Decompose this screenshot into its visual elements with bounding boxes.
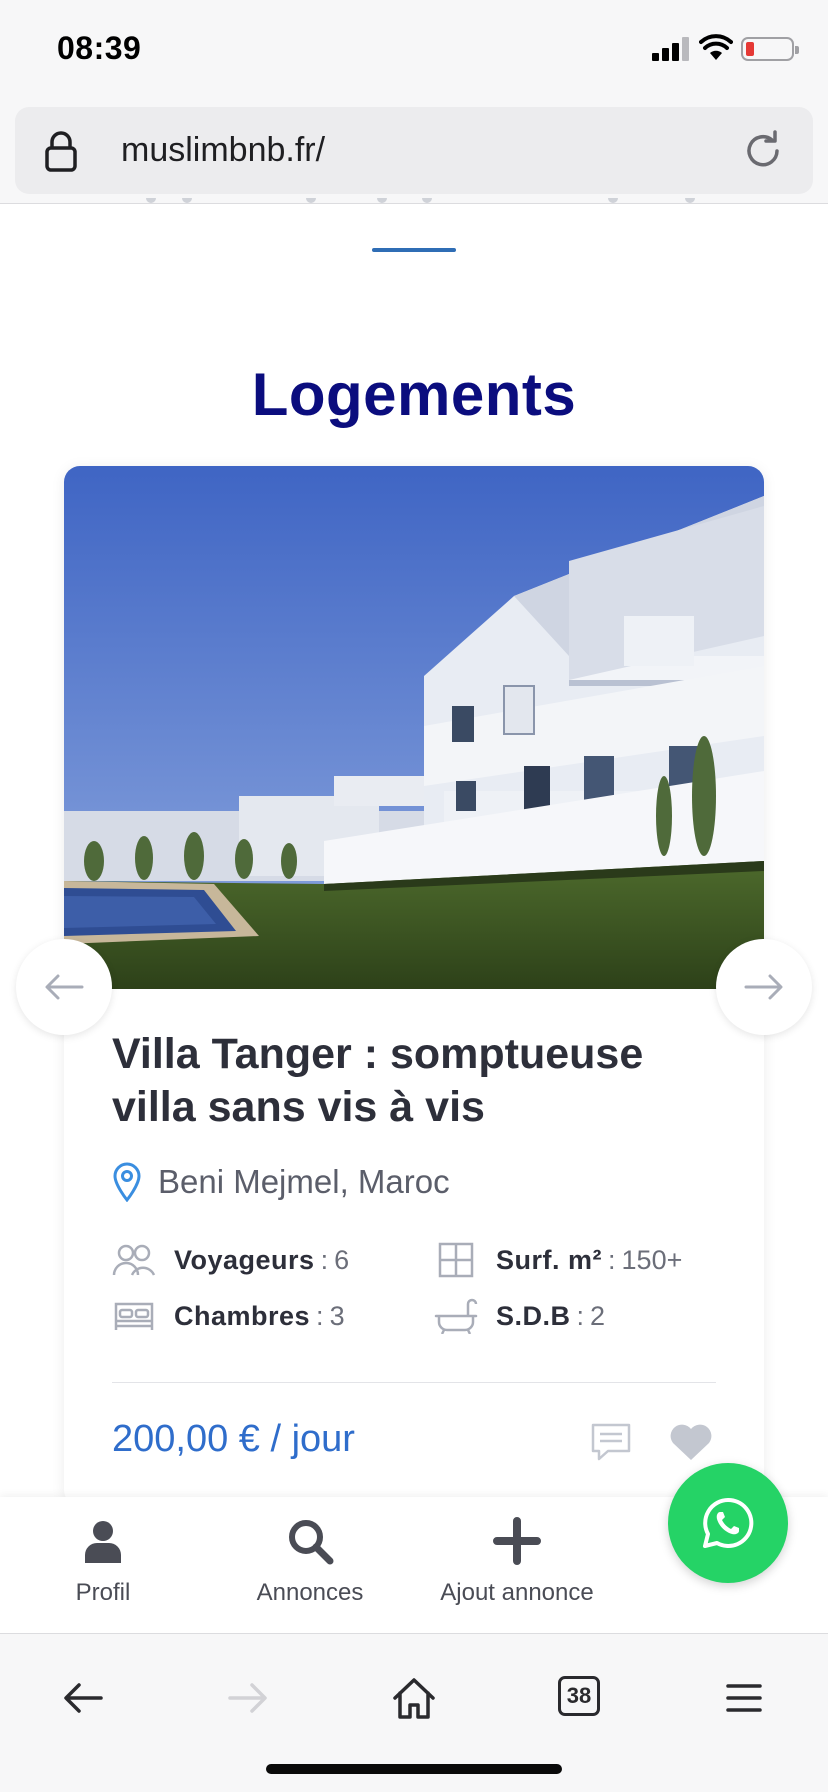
listing-price: 200,00 € / jour	[112, 1418, 355, 1460]
section-title: Logements	[251, 361, 577, 428]
listing-location: Beni Mejmel, Maroc	[112, 1160, 450, 1204]
plus-icon	[493, 1517, 541, 1565]
status-bar: 08:39	[0, 0, 828, 100]
bedrooms-label: Chambres	[174, 1300, 311, 1331]
browser-address-area: muslimbnb.fr/	[0, 100, 828, 204]
nav-profile-label: Profil	[75, 1579, 131, 1606]
card-divider	[112, 1382, 716, 1383]
listing-title[interactable]: Villa Tanger : somptueuse villa sans vis…	[112, 1028, 732, 1134]
search-icon	[289, 1520, 334, 1565]
nav-add-listing-label: Ajout annonce	[440, 1579, 594, 1606]
surface-label: Surf. m²	[496, 1244, 603, 1275]
bed-icon	[114, 1302, 154, 1330]
cellular-signal-icon	[652, 37, 690, 61]
status-time: 08:39	[57, 30, 142, 66]
whatsapp-icon	[703, 1497, 754, 1548]
bathrooms-value: 2	[590, 1300, 606, 1331]
location-pin-icon	[113, 1162, 141, 1202]
back-arrow-icon[interactable]	[59, 1674, 107, 1722]
users-icon	[112, 1244, 156, 1276]
heart-icon[interactable]	[668, 1422, 714, 1462]
spec-bedrooms: Chambres : 3	[112, 1296, 345, 1336]
nav-add-listing[interactable]: Ajout annonce	[417, 1497, 617, 1633]
bedrooms-value: 3	[329, 1300, 345, 1331]
listing-card[interactable]	[64, 466, 764, 1506]
bathtub-icon	[434, 1298, 478, 1334]
lock-icon	[45, 131, 77, 172]
nav-profile[interactable]: Profil	[3, 1497, 203, 1633]
section-divider-accent	[372, 248, 456, 252]
forward-arrow-icon[interactable]	[224, 1674, 272, 1722]
travelers-label: Voyageurs	[174, 1244, 315, 1275]
whatsapp-button[interactable]	[668, 1463, 788, 1583]
spec-travelers: Voyageurs : 6	[112, 1240, 349, 1280]
user-icon	[85, 1521, 121, 1563]
home-indicator	[266, 1764, 562, 1774]
scrolled-content-edge	[140, 198, 700, 206]
bathrooms-label: S.D.B	[496, 1300, 571, 1331]
carousel-next-button[interactable]	[716, 939, 812, 1035]
surface-value: 150+	[621, 1244, 683, 1275]
floor-plan-icon	[438, 1242, 474, 1278]
travelers-value: 6	[334, 1244, 350, 1275]
arrow-left-icon	[45, 974, 84, 1000]
arrow-right-icon	[744, 974, 783, 1000]
tabs-count-button[interactable]: 38	[558, 1676, 600, 1716]
comment-icon[interactable]	[590, 1422, 632, 1462]
nav-listings-label: Annonces	[256, 1579, 364, 1606]
listing-photo[interactable]	[64, 466, 764, 989]
address-bar[interactable]: muslimbnb.fr/	[15, 107, 813, 194]
url-text: muslimbnb.fr/	[121, 131, 326, 169]
spec-surface: Surf. m² : 150+	[434, 1240, 682, 1280]
nav-listings[interactable]: Annonces	[210, 1497, 410, 1633]
menu-icon[interactable]	[720, 1674, 768, 1722]
home-icon[interactable]	[390, 1674, 438, 1722]
spec-bathrooms: S.D.B : 2	[434, 1296, 605, 1336]
battery-icon	[741, 37, 799, 61]
reload-icon[interactable]	[741, 129, 785, 173]
location-text: Beni Mejmel, Maroc	[158, 1163, 450, 1200]
carousel-prev-button[interactable]	[16, 939, 112, 1035]
wifi-icon	[699, 34, 733, 60]
